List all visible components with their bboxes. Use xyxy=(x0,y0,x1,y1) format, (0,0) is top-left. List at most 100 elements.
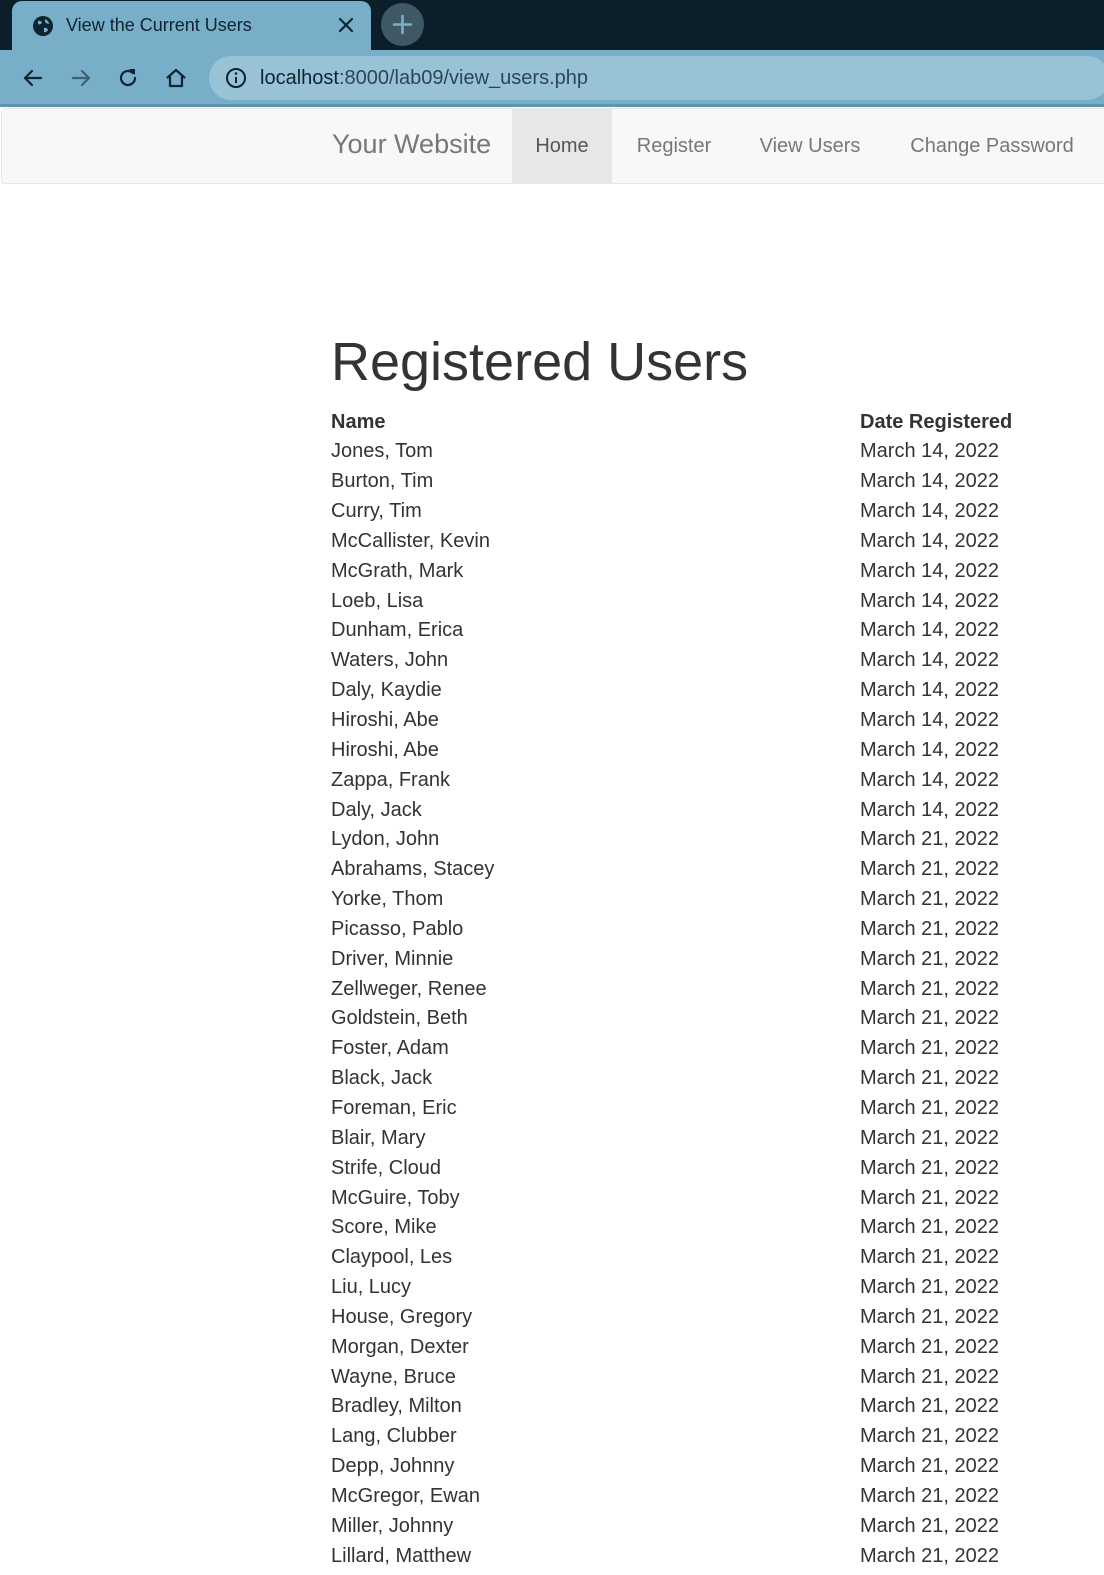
date-registered-cell: March 21, 2022 xyxy=(860,1305,999,1328)
users-table: Name Date Registered Jones, Tom March 14,… xyxy=(331,407,1012,1571)
table-row: Morgan, Dexter March 21, 2022 xyxy=(331,1332,1012,1362)
address-bar[interactable]: localhost:8000/lab09/view_users.php xyxy=(209,56,1104,100)
table-row: Jones, Tom March 14, 2022 xyxy=(331,437,1012,467)
table-row: Picasso, Pablo March 21, 2022 xyxy=(331,915,1012,945)
user-name-cell: Bradley, Milton xyxy=(331,1395,462,1418)
user-name-cell: Morgan, Dexter xyxy=(331,1335,469,1358)
table-row: Claypool, Les March 21, 2022 xyxy=(331,1243,1012,1273)
user-name-cell: Curry, Tim xyxy=(331,500,422,523)
user-name-cell: Depp, Johnny xyxy=(331,1455,455,1478)
forward-button[interactable] xyxy=(66,63,96,93)
plus-icon xyxy=(392,14,413,35)
site-brand[interactable]: Your Website xyxy=(332,129,491,160)
date-registered-cell: March 21, 2022 xyxy=(860,977,999,1000)
date-registered-cell: March 21, 2022 xyxy=(860,1484,999,1507)
url-host: localhost xyxy=(260,67,339,89)
page-title: Registered Users xyxy=(331,332,749,392)
table-row: McGrath, Mark March 14, 2022 xyxy=(331,556,1012,586)
table-row: Zappa, Frank March 14, 2022 xyxy=(331,765,1012,795)
back-button[interactable] xyxy=(18,63,48,93)
user-name-cell: Lang, Clubber xyxy=(331,1425,457,1448)
table-row: Wayne, Bruce March 21, 2022 xyxy=(331,1362,1012,1392)
date-registered-cell: March 14, 2022 xyxy=(860,559,999,582)
date-registered-cell: March 21, 2022 xyxy=(860,858,999,881)
table-row: Abrahams, Stacey March 21, 2022 xyxy=(331,855,1012,885)
date-registered-cell: March 21, 2022 xyxy=(860,1037,999,1060)
table-row: Zellweger, Renee March 21, 2022 xyxy=(331,974,1012,1004)
date-registered-cell: March 14, 2022 xyxy=(860,649,999,672)
table-row: Liu, Lucy March 21, 2022 xyxy=(331,1273,1012,1303)
date-registered-cell: March 14, 2022 xyxy=(860,440,999,463)
date-registered-cell: March 21, 2022 xyxy=(860,1335,999,1358)
user-name-cell: Picasso, Pablo xyxy=(331,917,464,940)
date-registered-cell: March 21, 2022 xyxy=(860,1067,999,1090)
site-navbar: Your Website Home Register View Users Ch… xyxy=(1,108,1104,184)
user-name-cell: Abrahams, Stacey xyxy=(331,858,495,881)
user-name-cell: House, Gregory xyxy=(331,1305,473,1328)
table-row: House, Gregory March 21, 2022 xyxy=(331,1302,1012,1332)
user-name-cell: Burton, Tim xyxy=(331,470,434,493)
date-registered-cell: March 21, 2022 xyxy=(860,947,999,970)
table-header-row: Name Date Registered xyxy=(331,407,1012,437)
table-row: McGregor, Ewan March 21, 2022 xyxy=(331,1482,1012,1512)
browser-tab[interactable]: View the Current Users xyxy=(12,1,371,50)
globe-icon xyxy=(32,15,54,37)
date-registered-cell: March 21, 2022 xyxy=(860,1216,999,1239)
user-name-cell: Waters, John xyxy=(331,649,449,672)
user-name-cell: Claypool, Les xyxy=(331,1246,453,1269)
date-registered-cell: March 14, 2022 xyxy=(860,768,999,791)
table-row: Black, Jack March 21, 2022 xyxy=(331,1064,1012,1094)
info-icon[interactable] xyxy=(225,67,247,89)
user-name-cell: Strife, Cloud xyxy=(331,1156,442,1179)
table-row: Foster, Adam March 21, 2022 xyxy=(331,1034,1012,1064)
column-header-date: Date Registered xyxy=(860,410,1013,433)
date-registered-cell: March 14, 2022 xyxy=(860,619,999,642)
table-row: Daly, Kaydie March 14, 2022 xyxy=(331,676,1012,706)
table-row: Depp, Johnny March 21, 2022 xyxy=(331,1452,1012,1482)
date-registered-cell: March 21, 2022 xyxy=(860,1186,999,1209)
nav-view-users[interactable]: View Users xyxy=(736,109,884,183)
browser-toolbar: localhost:8000/lab09/view_users.php xyxy=(0,50,1104,105)
date-registered-cell: March 21, 2022 xyxy=(860,1246,999,1269)
user-name-cell: McCallister, Kevin xyxy=(331,529,490,552)
date-registered-cell: March 14, 2022 xyxy=(860,589,999,612)
date-registered-cell: March 21, 2022 xyxy=(860,1126,999,1149)
user-name-cell: Daly, Jack xyxy=(331,798,422,821)
user-name-cell: Lydon, John xyxy=(331,828,440,851)
table-body: Jones, Tom March 14, 2022 Burton, Tim March… xyxy=(331,437,1012,1571)
home-button[interactable] xyxy=(161,63,191,93)
date-registered-cell: March 21, 2022 xyxy=(860,1156,999,1179)
date-registered-cell: March 14, 2022 xyxy=(860,679,999,702)
date-registered-cell: March 21, 2022 xyxy=(860,1276,999,1299)
new-tab-button[interactable] xyxy=(381,3,424,46)
table-row: Hiroshi, Abe March 14, 2022 xyxy=(331,735,1012,765)
user-name-cell: Foreman, Eric xyxy=(331,1096,457,1119)
date-registered-cell: March 21, 2022 xyxy=(860,888,999,911)
date-registered-cell: March 21, 2022 xyxy=(860,1514,999,1537)
table-row: Score, Mike March 21, 2022 xyxy=(331,1213,1012,1243)
date-registered-cell: March 21, 2022 xyxy=(860,1544,999,1567)
back-arrow-icon xyxy=(23,69,43,87)
reload-button[interactable] xyxy=(113,63,143,93)
table-row: Lillard, Matthew March 21, 2022 xyxy=(331,1541,1012,1571)
url-text[interactable]: localhost:8000/lab09/view_users.php xyxy=(260,67,588,90)
user-name-cell: Zappa, Frank xyxy=(331,768,450,791)
table-row: Waters, John March 14, 2022 xyxy=(331,646,1012,676)
user-name-cell: Wayne, Bruce xyxy=(331,1365,456,1388)
table-row: Bradley, Milton March 21, 2022 xyxy=(331,1392,1012,1422)
table-row: Curry, Tim March 14, 2022 xyxy=(331,497,1012,527)
user-name-cell: Black, Jack xyxy=(331,1067,433,1090)
user-name-cell: Lillard, Matthew xyxy=(331,1544,472,1567)
user-name-cell: McGuire, Toby xyxy=(331,1186,460,1209)
nav-home[interactable]: Home xyxy=(512,109,612,183)
browser-tab-strip: View the Current Users xyxy=(0,0,1104,50)
forward-arrow-icon xyxy=(71,69,91,87)
date-registered-cell: March 14, 2022 xyxy=(860,798,999,821)
nav-register[interactable]: Register xyxy=(612,109,736,183)
date-registered-cell: March 21, 2022 xyxy=(860,1365,999,1388)
close-icon[interactable] xyxy=(335,14,357,36)
user-name-cell: Goldstein, Beth xyxy=(331,1007,468,1030)
table-row: Strife, Cloud March 21, 2022 xyxy=(331,1153,1012,1183)
user-name-cell: Yorke, Thom xyxy=(331,888,444,911)
nav-change-password[interactable]: Change Password xyxy=(884,109,1100,183)
